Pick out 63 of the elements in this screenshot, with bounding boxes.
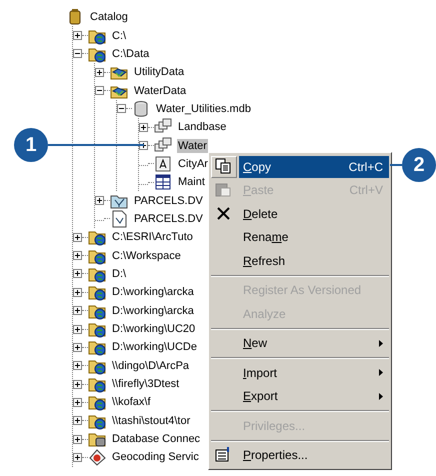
expand-toggle[interactable] xyxy=(73,342,82,352)
tree-item-label[interactable]: Water_Utilities.mdb xyxy=(155,102,252,116)
expand-toggle[interactable] xyxy=(73,31,82,40)
tree-item-label[interactable]: Maint xyxy=(177,175,206,190)
copy-icon xyxy=(215,158,233,176)
tree-item-label[interactable]: D:\working\arcka xyxy=(111,304,195,318)
callout-number: 1 xyxy=(14,128,48,162)
table-icon xyxy=(154,173,172,192)
menu-item[interactable]: Properties... xyxy=(239,444,389,466)
tree-item-label[interactable]: Water xyxy=(177,138,208,153)
menu-item[interactable]: Export xyxy=(239,385,389,408)
expand-toggle[interactable] xyxy=(95,68,104,77)
expand-toggle[interactable] xyxy=(73,416,82,426)
collapse-toggle[interactable] xyxy=(73,49,82,58)
expand-toggle[interactable] xyxy=(73,288,82,297)
tree-item-label[interactable]: D:\ xyxy=(111,266,128,281)
collapse-toggle[interactable] xyxy=(117,104,126,114)
tree-item-label[interactable]: \\tashi\stout4\tor xyxy=(111,414,192,428)
tree-item-label[interactable]: C:\Workspace xyxy=(111,248,182,263)
tree-item-label[interactable]: \\dingo\D\ArcPa xyxy=(111,358,190,373)
tree-item-label[interactable]: \\kofax\f xyxy=(111,395,152,410)
tree-item-label[interactable]: PARCELS.DV xyxy=(133,212,204,226)
menu-item[interactable]: Rename xyxy=(239,226,389,248)
expand-toggle[interactable] xyxy=(139,122,148,132)
tree-item-label[interactable]: Geocoding Servic xyxy=(111,450,200,464)
menu-item[interactable]: New xyxy=(239,332,389,354)
geocoding-icon xyxy=(88,448,106,466)
tree-item-label[interactable]: C:\ESRI\ArcTuto xyxy=(111,230,194,244)
tree-item-label[interactable]: Landbase xyxy=(177,120,228,134)
expand-toggle[interactable] xyxy=(73,324,82,334)
expand-toggle[interactable] xyxy=(73,306,82,316)
paste-icon xyxy=(215,181,233,200)
tree-item-label[interactable]: C:\Data xyxy=(111,46,150,61)
menu-item[interactable]: Copy Ctrl+C xyxy=(239,156,389,178)
tree-item-label[interactable]: \\firefly\3Dtest xyxy=(111,377,180,392)
collapse-toggle[interactable] xyxy=(95,86,104,96)
expand-toggle[interactable] xyxy=(73,452,82,462)
expand-toggle[interactable] xyxy=(73,232,82,242)
expand-toggle[interactable] xyxy=(73,434,82,444)
expand-toggle[interactable] xyxy=(73,269,82,278)
letter-tile-icon xyxy=(154,154,172,173)
tree-item-label[interactable]: UtilityData xyxy=(133,65,186,80)
callout-number: 2 xyxy=(402,148,436,182)
expand-toggle[interactable] xyxy=(73,398,82,407)
tree-item-label[interactable]: D:\working\arcka xyxy=(111,285,195,300)
expand-toggle[interactable] xyxy=(73,380,82,389)
menu-item[interactable]: Import xyxy=(239,362,389,384)
leader-line xyxy=(390,164,402,166)
expand-toggle[interactable] xyxy=(73,361,82,370)
database-icon xyxy=(132,100,150,118)
expand-toggle[interactable] xyxy=(73,251,82,260)
tree-item-label[interactable]: Catalog xyxy=(89,10,129,24)
tree-item-label[interactable]: C:\ xyxy=(111,28,128,43)
tree-item-label[interactable]: Database Connec xyxy=(111,432,202,446)
document-icon xyxy=(110,210,128,228)
tree-item-label[interactable]: D:\working\UC20 xyxy=(111,322,196,336)
expand-toggle[interactable] xyxy=(95,196,104,206)
tree-item-label[interactable]: CityAr xyxy=(177,156,209,171)
menu-item[interactable]: Delete xyxy=(239,202,389,225)
tree-item-label[interactable]: WaterData xyxy=(133,84,188,98)
tree-item-label[interactable]: PARCELS.DV xyxy=(133,194,204,208)
tree-item-label[interactable]: D:\working\UCDe xyxy=(111,340,198,354)
menu-item[interactable]: Refresh xyxy=(239,250,389,272)
